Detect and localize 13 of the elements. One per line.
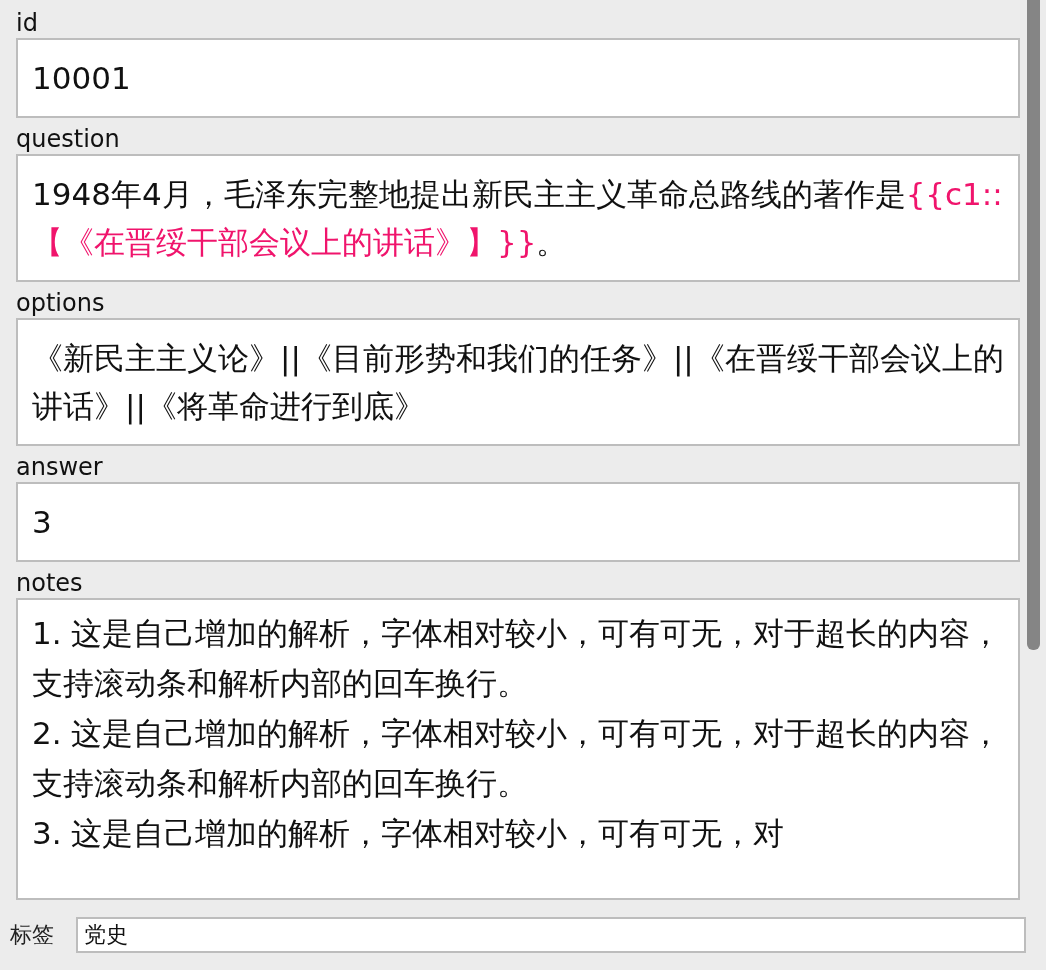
field-label: options: [16, 288, 105, 318]
scrollbar-thumb[interactable]: [1026, 0, 1040, 650]
tags-label: 标签: [10, 921, 54, 949]
field-editor[interactable]: 3: [16, 482, 1020, 562]
field-label: question: [16, 124, 120, 154]
field-label: answer: [16, 452, 103, 482]
tags-input[interactable]: 党史: [76, 917, 1026, 953]
field-label: id: [16, 8, 38, 38]
field-editor[interactable]: 1. 这是自己增加的解析，字体相对较小，可有可无，对于超长的内容，支持滚动条和解析内部的回车换行。 2. 这是自己增加的解析，字体相对较小，可有可无，对于超长的内容，支持滚动条和解析内部的回车换行。 3. 这是自己增加的解析，字体相对较小，可有可无，对: [16, 598, 1020, 900]
field-label: notes: [16, 568, 83, 598]
field-editor[interactable]: 10001: [16, 38, 1020, 118]
field-editor[interactable]: 1948年4月，毛泽东完整地提出新民主主义革命总路线的著作是{{c1::【《在晋绥干部会议上的讲话》】}}。: [16, 154, 1020, 282]
field-editor[interactable]: 《新民主主义论》||《目前形势和我们的任务》||《在晋绥干部会议上的讲话》||《将革命进行到底》: [16, 318, 1020, 446]
